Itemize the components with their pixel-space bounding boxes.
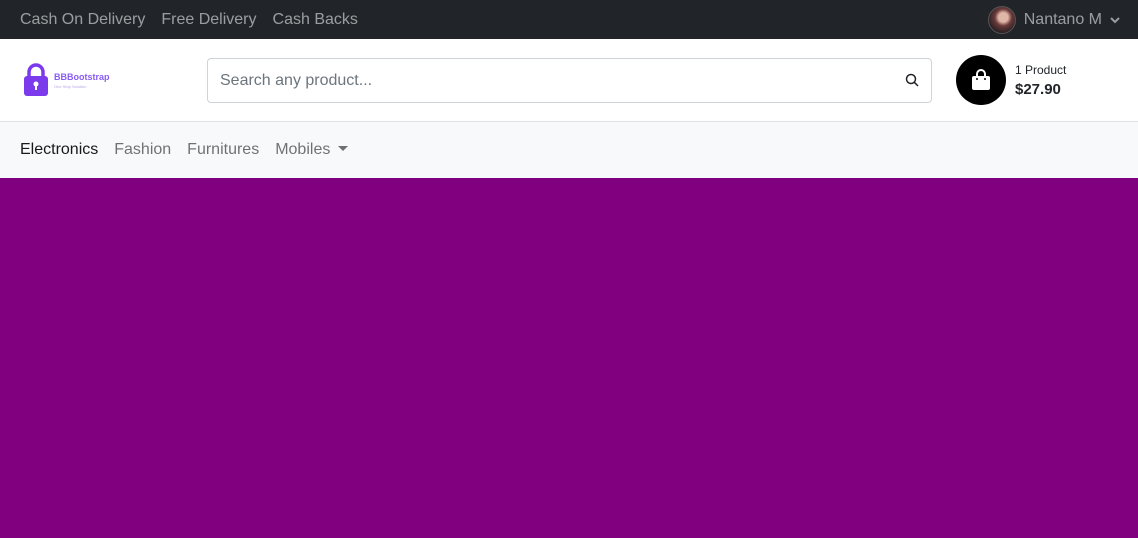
nav-item-furnitures[interactable]: Furnitures	[187, 141, 259, 159]
link-free-delivery[interactable]: Free Delivery	[161, 11, 256, 29]
logo-tagline: One Stop Solution	[54, 83, 87, 89]
shopping-bag-icon	[972, 69, 990, 90]
user-menu[interactable]: Nantano M	[987, 5, 1120, 34]
avatar[interactable]	[987, 5, 1016, 34]
user-name[interactable]: Nantano M	[1024, 11, 1102, 29]
cart-price: $27.90	[1015, 80, 1061, 98]
nav-item-fashion[interactable]: Fashion	[114, 141, 171, 159]
nav-item-electronics[interactable]: Electronics	[20, 141, 98, 159]
nav-item-mobiles-dropdown[interactable]: Mobiles	[275, 141, 349, 159]
top-bar: Cash On Delivery Free Delivery Cash Back…	[0, 0, 1138, 39]
search-box	[207, 58, 932, 103]
cart-info: 1 Product $27.90	[1015, 63, 1066, 98]
caret-down-icon	[338, 146, 349, 151]
link-cash-on-delivery[interactable]: Cash On Delivery	[20, 11, 145, 29]
logo-name: BBBootstrap	[54, 71, 110, 82]
search-input[interactable]	[208, 59, 868, 102]
lock-icon	[24, 63, 48, 96]
logo[interactable]: BBBootstrap One Stop Solution	[22, 63, 110, 97]
cart-count: 1 Product	[1015, 62, 1067, 77]
top-bar-links: Cash On Delivery Free Delivery Cash Back…	[20, 11, 358, 29]
cart-button[interactable]	[956, 55, 1006, 105]
hero-banner	[0, 178, 1138, 538]
header: BBBootstrap One Stop Solution 1 Product …	[0, 39, 1138, 122]
link-cash-backs[interactable]: Cash Backs	[273, 11, 358, 29]
nav-item-mobiles-label: Mobiles	[275, 141, 331, 158]
search-icon[interactable]	[905, 73, 919, 87]
cart-widget[interactable]: 1 Product $27.90	[956, 55, 1066, 105]
chevron-down-icon[interactable]	[1110, 15, 1120, 25]
category-nav: Electronics Fashion Furnitures Mobiles	[0, 122, 1138, 178]
logo-text: BBBootstrap One Stop Solution	[54, 72, 110, 89]
